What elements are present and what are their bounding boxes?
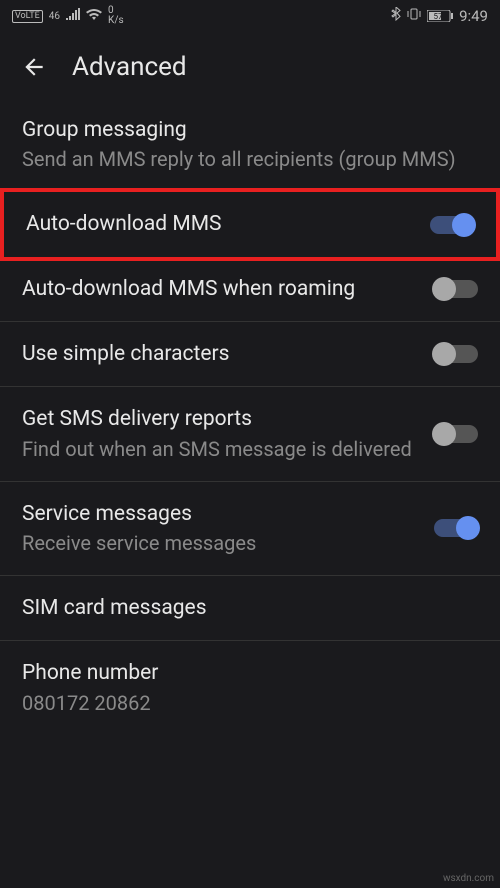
vibrate-icon: [407, 7, 421, 25]
svg-text:57: 57: [434, 12, 443, 21]
setting-title: Service messages: [22, 500, 414, 528]
toggle-service-messages[interactable]: [434, 519, 478, 537]
setting-title: Auto-download MMS when roaming: [22, 275, 414, 303]
toggle-auto-download-mms[interactable]: [430, 216, 474, 234]
setting-phone-number[interactable]: Phone number 080172 20862: [0, 641, 500, 734]
setting-auto-download-roaming[interactable]: Auto-download MMS when roaming: [0, 257, 500, 322]
toggle-auto-download-roaming[interactable]: [434, 280, 478, 298]
setting-title: SIM card messages: [22, 594, 478, 622]
volte-badge: VoLTE: [12, 10, 43, 23]
setting-subtitle: Receive service messages: [22, 530, 414, 557]
wifi-icon: [86, 8, 102, 24]
setting-delivery-reports[interactable]: Get SMS delivery reports Find out when a…: [0, 387, 500, 481]
arrow-left-icon: [21, 54, 47, 80]
settings-list: Group messaging Send an MMS reply to all…: [0, 112, 500, 735]
toggle-simple-characters[interactable]: [434, 345, 478, 363]
setting-group-messaging[interactable]: Group messaging Send an MMS reply to all…: [0, 112, 500, 192]
speed-indicator: 0 K/s: [108, 6, 124, 26]
back-button[interactable]: [20, 53, 48, 81]
setting-simple-characters[interactable]: Use simple characters: [0, 322, 500, 387]
setting-subtitle: Find out when an SMS message is delivere…: [22, 436, 414, 463]
page-title: Advanced: [72, 52, 187, 82]
setting-sim-card-messages[interactable]: SIM card messages: [0, 576, 500, 641]
status-left: VoLTE 46 0 K/s: [12, 6, 124, 26]
setting-title: Get SMS delivery reports: [22, 405, 414, 433]
setting-subtitle: 080172 20862: [22, 690, 478, 717]
battery-icon: 57: [427, 10, 453, 22]
status-right: 57 9:49: [391, 7, 488, 25]
toggle-delivery-reports[interactable]: [434, 425, 478, 443]
setting-service-messages[interactable]: Service messages Receive service message…: [0, 482, 500, 576]
setting-title: Group messaging: [22, 116, 478, 144]
header: Advanced: [0, 32, 500, 112]
setting-title: Phone number: [22, 659, 478, 687]
bluetooth-icon: [391, 7, 401, 25]
signal-label: 46: [49, 11, 60, 22]
setting-title: Auto-download MMS: [26, 210, 410, 238]
clock: 9:49: [459, 7, 488, 25]
setting-title: Use simple characters: [22, 340, 414, 368]
setting-auto-download-mms[interactable]: Auto-download MMS: [0, 188, 500, 260]
watermark: wsxdn.com: [443, 873, 494, 884]
setting-subtitle: Send an MMS reply to all recipients (gro…: [22, 146, 478, 173]
status-bar: VoLTE 46 0 K/s 57 9:49: [0, 0, 500, 32]
signal-icon: [66, 8, 80, 24]
